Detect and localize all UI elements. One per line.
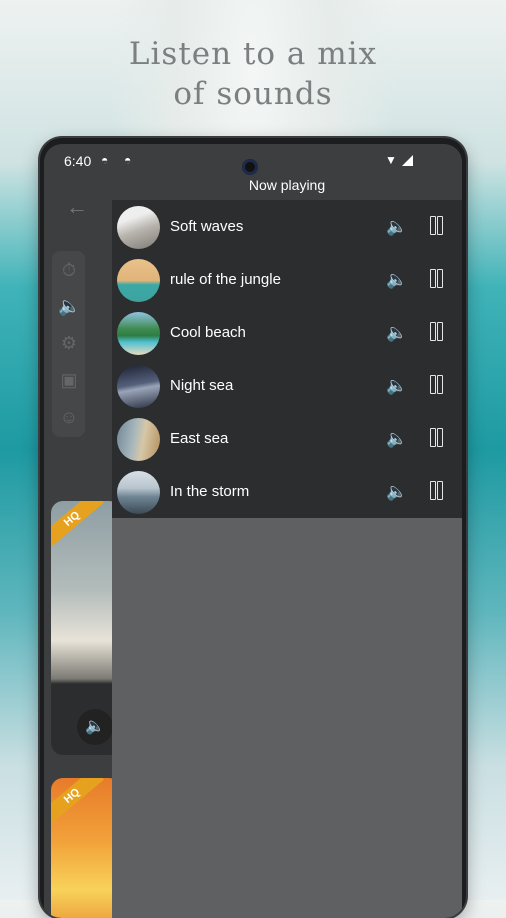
- sound-thumbnail: [117, 471, 160, 514]
- hq-badge: HQ: [51, 778, 104, 825]
- status-time: 6:40: [64, 153, 92, 169]
- volume-icon[interactable]: 🔈: [384, 214, 410, 240]
- phone-screen: 6:40 ◓ ◓ ▼ ← ⏱ 🔈 ⚙ ▣ ☺ HQ 🔈 HQ Now playi…: [44, 144, 462, 918]
- sound-thumbnail: [117, 365, 160, 408]
- volume-icon[interactable]: 🔈: [384, 320, 410, 346]
- sound-thumbnail: [117, 206, 160, 249]
- volume-icon[interactable]: 🔈: [384, 426, 410, 452]
- sound-label: East sea: [170, 430, 229, 447]
- now-playing-title: Now playing: [248, 177, 326, 193]
- camera-icon: [242, 159, 258, 175]
- notification-icon: ◓: [124, 153, 132, 167]
- sound-thumbnail: [117, 259, 160, 302]
- pause-icon[interactable]: [430, 428, 444, 447]
- list-item[interactable]: East sea 🔈: [112, 412, 462, 465]
- list-item[interactable]: Cool beach 🔈: [112, 306, 462, 359]
- list-item[interactable]: In the storm 🔈: [112, 465, 462, 518]
- timer-icon[interactable]: ⏱: [58, 259, 80, 281]
- settings-icon[interactable]: ⚙: [58, 332, 80, 354]
- empty-panel-area: [112, 518, 462, 918]
- sound-label: Soft waves: [170, 218, 244, 235]
- sound-card[interactable]: HQ 🔈: [51, 501, 121, 755]
- sound-label: rule of the jungle: [170, 271, 281, 288]
- chat-icon[interactable]: ☺: [58, 406, 80, 428]
- list-item[interactable]: rule of the jungle 🔈: [112, 253, 462, 306]
- promo-headline: Listen to a mix of sounds: [0, 34, 506, 114]
- signal-icon: [402, 155, 413, 166]
- side-toolbar: ⏱ 🔈 ⚙ ▣ ☺: [52, 251, 85, 437]
- back-arrow-icon[interactable]: ←: [66, 194, 88, 220]
- volume-icon[interactable]: 🔈: [384, 479, 410, 505]
- sound-label: Cool beach: [170, 324, 246, 341]
- sound-label: Night sea: [170, 377, 234, 394]
- volume-icon[interactable]: 🔈: [384, 373, 410, 399]
- now-playing-list: Soft waves 🔈 rule of the jungle 🔈 Cool b…: [112, 200, 462, 518]
- phone-frame: 6:40 ◓ ◓ ▼ ← ⏱ 🔈 ⚙ ▣ ☺ HQ 🔈 HQ Now playi…: [40, 138, 466, 918]
- status-bar: 6:40 ◓ ◓ ▼: [44, 144, 462, 178]
- sound-label: In the storm: [170, 483, 250, 500]
- notification-icon: ◓: [101, 153, 109, 167]
- headline-line-1: Listen to a mix: [128, 36, 378, 72]
- list-item[interactable]: Night sea 🔈: [112, 359, 462, 412]
- sound-thumbnail: [117, 418, 160, 461]
- pause-icon[interactable]: [430, 322, 444, 341]
- volume-icon[interactable]: 🔈: [58, 295, 80, 317]
- pause-icon[interactable]: [430, 481, 444, 500]
- wifi-icon: ▼: [385, 153, 397, 167]
- hq-badge: HQ: [51, 501, 104, 548]
- headline-line-2: of sounds: [173, 76, 333, 112]
- volume-icon[interactable]: 🔈: [77, 709, 113, 745]
- list-item[interactable]: Soft waves 🔈: [112, 200, 462, 253]
- pause-icon[interactable]: [430, 216, 444, 235]
- store-icon[interactable]: ▣: [58, 369, 80, 391]
- volume-icon[interactable]: 🔈: [384, 267, 410, 293]
- pause-icon[interactable]: [430, 269, 444, 288]
- pause-icon[interactable]: [430, 375, 444, 394]
- sound-card[interactable]: HQ: [51, 778, 121, 918]
- sound-thumbnail: [117, 312, 160, 355]
